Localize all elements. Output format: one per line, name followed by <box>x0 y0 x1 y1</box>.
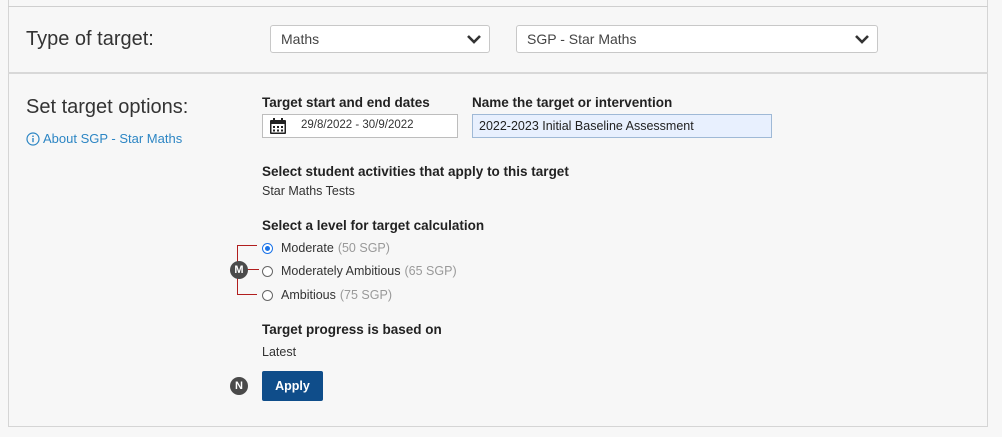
annotation-badge-m: M <box>230 261 248 279</box>
section-divider <box>8 72 988 74</box>
about-assessment-link[interactable]: About SGP - Star Maths <box>26 131 182 146</box>
assessment-select-value: SGP - Star Maths <box>527 31 637 47</box>
annotation-badge-n: N <box>230 377 248 395</box>
subject-select-value: Maths <box>281 31 320 47</box>
about-link-text: About SGP - Star Maths <box>43 131 183 146</box>
target-name-input[interactable] <box>472 114 772 138</box>
level-option-detail: (75 SGP) <box>339 288 392 302</box>
dates-label: Target start and end dates <box>262 95 430 110</box>
target-panel <box>8 0 988 427</box>
apply-button[interactable]: Apply <box>262 371 323 401</box>
top-divider <box>8 6 988 7</box>
type-of-target-title: Type of target: <box>26 28 154 50</box>
info-circle-icon <box>26 131 40 146</box>
chevron-down-icon <box>467 35 481 44</box>
level-option-detail: (65 SGP) <box>404 264 457 278</box>
level-option-detail: (50 SGP) <box>337 241 390 255</box>
activities-label: Select student activities that apply to … <box>262 164 569 179</box>
assessment-select[interactable]: SGP - Star Maths <box>516 25 878 53</box>
radio-moderate[interactable] <box>262 242 273 254</box>
chevron-down-icon <box>855 35 869 44</box>
progress-value: Latest <box>262 345 297 359</box>
subject-select[interactable]: Maths <box>270 25 490 53</box>
progress-label: Target progress is based on <box>262 322 442 337</box>
radio-moderately-ambitious[interactable] <box>262 265 273 277</box>
level-option-label: Moderate <box>281 241 334 255</box>
set-target-options-title: Set target options: <box>26 96 189 118</box>
target-name-label: Name the target or intervention <box>472 95 673 110</box>
level-option-label: Ambitious <box>281 288 336 302</box>
level-option-ambitious[interactable]: Ambitious (75 SGP) <box>262 288 392 302</box>
activities-value: Star Maths Tests <box>262 184 355 198</box>
level-label: Select a level for target calculation <box>262 218 485 233</box>
level-option-moderately-ambitious[interactable]: Moderately Ambitious (65 SGP) <box>262 264 457 278</box>
date-range-value: 29/8/2022 - 30/9/2022 <box>301 119 414 131</box>
date-range-input[interactable]: 29/8/2022 - 30/9/2022 <box>262 114 458 138</box>
level-option-label: Moderately Ambitious <box>281 264 401 278</box>
level-option-moderate[interactable]: Moderate (50 SGP) <box>262 241 390 255</box>
radio-ambitious[interactable] <box>262 289 273 301</box>
calendar-icon <box>270 118 286 134</box>
